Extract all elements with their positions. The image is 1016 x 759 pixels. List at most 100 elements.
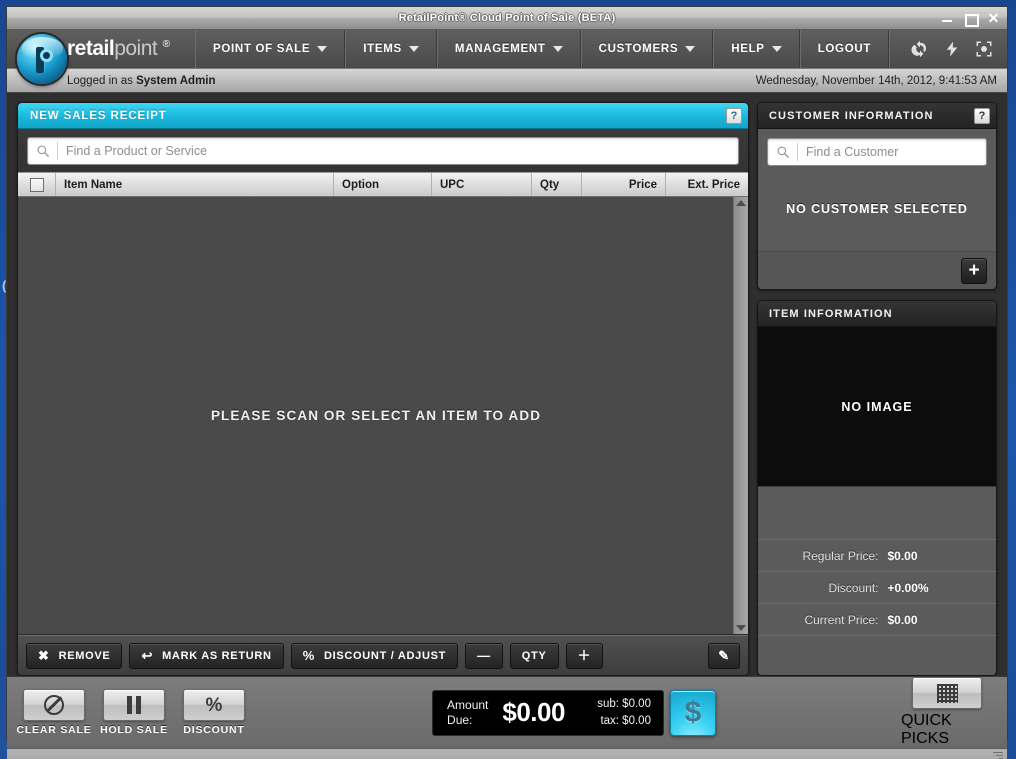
pencil-icon: ✎ xyxy=(718,648,730,663)
scroll-down-icon[interactable] xyxy=(736,625,746,631)
qty-button[interactable]: QTY xyxy=(509,642,559,669)
column-header-option[interactable]: Option xyxy=(334,173,432,196)
hold-sale-button[interactable]: HOLD SALE xyxy=(100,689,168,736)
qty-decrement-button[interactable]: — xyxy=(465,642,503,669)
menu-item-point-of-sale[interactable]: POINT OF SALE xyxy=(195,30,346,68)
pay-button[interactable]: $ xyxy=(669,689,716,736)
quick-picks-button[interactable]: QUICK PICKS xyxy=(901,677,993,748)
new-sales-receipt-panel: NEW SALES RECEIPT ? Find a Product or Se… xyxy=(17,102,749,676)
add-customer-button[interactable]: + xyxy=(961,257,987,284)
app-body: NEW SALES RECEIPT ? Find a Product or Se… xyxy=(7,94,1007,676)
receipt-help-button[interactable]: ? xyxy=(726,107,742,124)
menu-item-management[interactable]: MANAGEMENT xyxy=(436,30,581,68)
receipt-column: NEW SALES RECEIPT ? Find a Product or Se… xyxy=(17,102,749,676)
lightning-icon[interactable] xyxy=(943,40,961,58)
remove-button[interactable]: ✖ REMOVE xyxy=(26,642,123,669)
menu-label: ITEMS xyxy=(363,43,402,55)
menu-label: CUSTOMERS xyxy=(598,43,679,55)
discount-adjust-button[interactable]: % DISCOUNT / ADJUST xyxy=(290,642,459,669)
retailpoint-orb-icon xyxy=(17,34,67,84)
menu-item-items[interactable]: ITEMS xyxy=(345,30,437,68)
qty-label: QTY xyxy=(521,649,547,662)
subtotal-tax-display: sub: $0.00 tax: $0.00 xyxy=(579,696,651,730)
discount-button[interactable]: % DISCOUNT xyxy=(181,689,247,736)
brand-name-light: point xyxy=(114,37,158,60)
receipt-panel-header: NEW SALES RECEIPT ? xyxy=(18,103,748,129)
edit-receipt-button[interactable]: ✎ xyxy=(708,642,740,669)
mark-as-return-button[interactable]: ↩ MARK AS RETURN xyxy=(129,642,284,669)
receipt-vertical-scrollbar[interactable] xyxy=(733,197,748,634)
receipt-table-header: Item Name Option UPC Qty Price Ext. Pric… xyxy=(18,172,748,197)
tax-label: tax: $0.00 xyxy=(600,714,651,727)
chevron-down-icon xyxy=(552,46,563,52)
percent-icon: % xyxy=(205,694,223,716)
amount-due-label: Amount Due: xyxy=(447,697,489,727)
registered-mark: ® xyxy=(162,39,170,50)
customer-search-input[interactable] xyxy=(806,145,986,159)
search-divider xyxy=(57,142,58,160)
quick-picks-label: QUICK PICKS xyxy=(901,712,952,747)
receipt-line-items-area: PLEASE SCAN OR SELECT AN ITEM TO ADD xyxy=(18,197,748,635)
remove-label: REMOVE xyxy=(58,649,111,662)
column-header-price[interactable]: Price xyxy=(582,173,666,196)
no-image-label: NO IMAGE xyxy=(841,399,913,414)
column-header-qty[interactable]: Qty xyxy=(532,173,582,196)
select-all-checkbox[interactable] xyxy=(29,177,44,192)
minimize-icon[interactable] xyxy=(941,12,954,25)
percent-icon: % xyxy=(302,648,315,663)
customer-search-field[interactable] xyxy=(767,138,987,166)
discount-label: DISCOUNT xyxy=(183,724,245,736)
item-price-rows: Regular Price: $0.00 Discount: +0.00% Cu… xyxy=(758,487,996,635)
no-customer-selected-message: NO CUSTOMER SELECTED xyxy=(786,201,968,216)
regular-price-label: Regular Price: xyxy=(802,548,879,563)
resize-grip[interactable] xyxy=(991,752,1003,759)
hold-sale-face xyxy=(103,689,165,721)
select-all-cell[interactable] xyxy=(18,173,56,196)
menu-item-help[interactable]: HELP xyxy=(713,30,800,68)
scroll-up-icon[interactable] xyxy=(736,200,746,206)
customer-help-button[interactable]: ? xyxy=(974,107,990,124)
login-status-bar: Logged in as System Admin Wednesday, Nov… xyxy=(7,68,1007,93)
plus-icon: ＋ xyxy=(577,648,592,663)
item-panel-header: ITEM INFORMATION xyxy=(758,301,996,327)
bottom-button-group: CLEAR SALE HOLD SALE % DISCOUNT xyxy=(16,689,247,736)
product-search-bar xyxy=(18,129,748,172)
current-datetime: Wednesday, November 14th, 2012, 9:41:53 … xyxy=(755,74,997,87)
target-icon[interactable] xyxy=(975,40,993,58)
brand-name-bold: retail xyxy=(67,37,115,60)
dollar-icon: $ xyxy=(684,695,702,729)
item-image-placeholder: NO IMAGE xyxy=(758,327,996,487)
item-information-panel: ITEM INFORMATION NO IMAGE Regular Price:… xyxy=(757,300,997,676)
item-current-price-row: Current Price: $0.00 xyxy=(758,603,996,635)
brand-logo[interactable]: retailpoint ® xyxy=(7,30,195,84)
item-panel-title: ITEM INFORMATION xyxy=(769,307,893,320)
menu-spacer xyxy=(889,30,901,68)
app-header: retailpoint ® POINT OF SALE ITEMS MANAGE… xyxy=(7,30,1007,94)
menu-label: MANAGEMENT xyxy=(454,43,546,55)
column-header-item-name[interactable]: Item Name xyxy=(56,173,334,196)
application-window: RetailPoint® Cloud Point of Sale (BETA) … xyxy=(6,6,1008,759)
column-header-upc[interactable]: UPC xyxy=(432,173,532,196)
menu-item-customers[interactable]: CUSTOMERS xyxy=(580,30,714,68)
discount-face: % xyxy=(183,689,245,721)
hold-sale-label: HOLD SALE xyxy=(100,724,168,736)
maximize-icon[interactable] xyxy=(964,12,979,27)
qty-increment-button[interactable]: ＋ xyxy=(565,642,604,669)
product-search-input[interactable] xyxy=(66,144,738,158)
product-search-field[interactable] xyxy=(27,137,739,165)
item-panel-footer xyxy=(758,635,996,675)
minus-icon: — xyxy=(477,648,491,663)
header-icon-group xyxy=(901,30,1007,68)
clear-sale-button[interactable]: CLEAR SALE xyxy=(16,689,91,736)
grid-icon xyxy=(936,683,958,703)
discount-value: +0.00% xyxy=(887,580,929,595)
sync-icon[interactable] xyxy=(911,40,929,58)
menu-item-logout[interactable]: LOGOUT xyxy=(799,30,890,68)
clear-sale-label: CLEAR SALE xyxy=(16,724,92,736)
return-arrow-icon: ↩ xyxy=(141,648,154,663)
close-icon[interactable]: ✕ xyxy=(987,11,1000,25)
column-header-ext-price[interactable]: Ext. Price xyxy=(666,173,748,196)
menu-label: POINT OF SALE xyxy=(213,43,311,55)
regular-price-value: $0.00 xyxy=(887,548,918,563)
window-controls: ✕ xyxy=(941,7,1000,30)
